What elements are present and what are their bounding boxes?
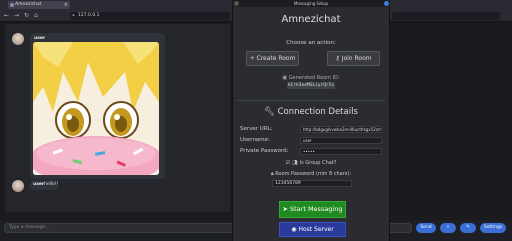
forward-icon[interactable]: →	[14, 12, 19, 20]
room-password-label: 🔒︎ Room Password (min 8 chars):	[270, 171, 352, 177]
url-text: 127.0.0.1	[78, 13, 100, 18]
server-url-label: Server URL:	[240, 126, 273, 132]
message-username: user	[33, 182, 45, 187]
home-icon[interactable]: ⌂	[34, 12, 38, 20]
generated-room-label: ▣ Generated Room ID:	[282, 75, 340, 81]
username-label: Username:	[240, 137, 270, 143]
send-button[interactable]: Send	[416, 223, 436, 233]
settings-button[interactable]: Settings	[480, 223, 506, 233]
divider	[237, 100, 385, 101]
send-icon: ➤	[282, 205, 290, 213]
avatar	[12, 180, 24, 192]
message-image[interactable]	[33, 42, 159, 175]
users-icon: 👥︎	[291, 160, 300, 166]
host-server-button[interactable]: ◉ Host Server	[279, 222, 346, 237]
generated-room-id[interactable]: kCrk3oeMSLiyrQr5s	[287, 82, 335, 89]
username-input[interactable]: user	[300, 137, 382, 144]
browser-tab[interactable]: Amnezichat ×	[8, 1, 70, 9]
window-menu-icon[interactable]	[234, 1, 239, 6]
app-title: Amnezichat	[281, 14, 341, 25]
plus-icon: +	[249, 55, 257, 62]
lock-icon: •	[72, 13, 75, 19]
message-username: user	[34, 36, 46, 41]
back-icon[interactable]: ←	[4, 12, 9, 20]
private-password-label: Private Password:	[240, 148, 289, 154]
dialog-titlebar: Messaging Setup	[232, 0, 390, 7]
private-password-input[interactable]: •••••	[300, 148, 382, 155]
anime-character-image	[33, 42, 159, 175]
url-bar[interactable]: • 127.0.0.1	[70, 12, 230, 20]
group-chat-row: ☑ 👥︎ Is Group Chat?	[285, 160, 337, 166]
start-messaging-button[interactable]: ➤ Start Messaging	[279, 201, 346, 218]
message-text: hello!!	[44, 182, 59, 187]
room-password-input[interactable]: 123456789	[272, 180, 352, 187]
right-toolbar-area	[392, 12, 500, 20]
choose-action-label: Choose an action:	[286, 40, 336, 46]
pencil-icon: ✎	[466, 225, 470, 230]
server-url-input[interactable]: http://bdguglvvwbx2en46ucthkgx52zm	[300, 126, 382, 133]
tab-title: Amnezichat	[15, 2, 42, 7]
wrench-icon: 🔧︎	[264, 107, 278, 117]
reload-icon[interactable]: ↻	[24, 12, 29, 20]
paperclip-icon: ⌕	[446, 225, 450, 230]
create-room-button[interactable]: + Create Room	[246, 51, 299, 66]
close-tab-icon[interactable]: ×	[64, 1, 68, 9]
emoji-button[interactable]: ✎	[460, 223, 476, 233]
avatar	[12, 33, 24, 45]
favicon-icon	[10, 3, 14, 7]
join-room-label: Join Room	[341, 55, 372, 62]
attach-button[interactable]: ⌕	[440, 223, 456, 233]
create-room-label: Create Room	[256, 55, 296, 62]
window-close-icon[interactable]	[384, 1, 389, 6]
connection-heading: 🔧︎ Connection Details	[264, 107, 358, 117]
join-room-button[interactable]: ⚷ Join Room	[327, 51, 380, 66]
